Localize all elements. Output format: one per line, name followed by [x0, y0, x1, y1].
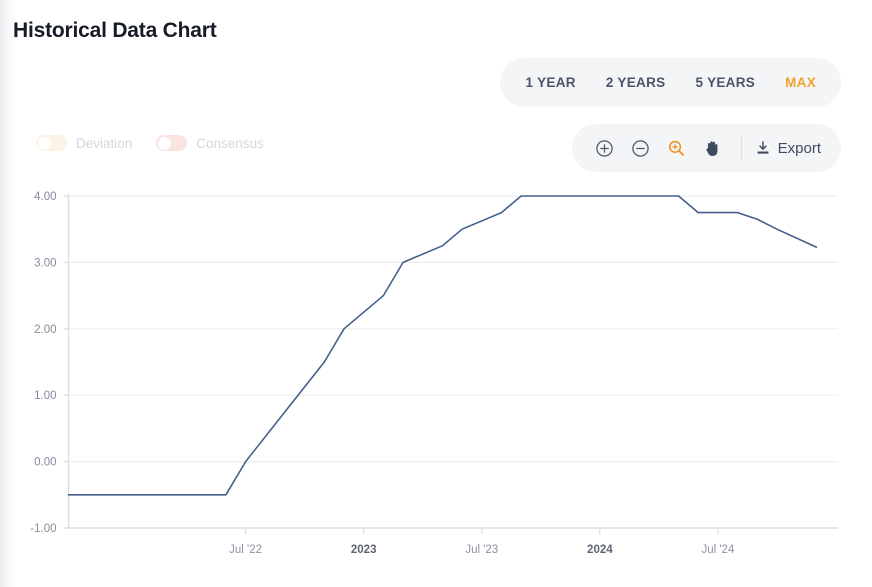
pan-button[interactable]	[696, 131, 730, 165]
x-axis-labels: Jul '22 2023 Jul '23 2024 Jul '24	[229, 544, 735, 556]
zoom-out-circle-icon	[631, 139, 650, 158]
toggle-deviation[interactable]: Deviation	[36, 135, 132, 151]
toggle-deviation-label: Deviation	[76, 136, 132, 151]
series-toggle-group: Deviation Consensus	[36, 135, 264, 151]
toolbar-divider	[741, 135, 742, 161]
toggle-switch-icon[interactable]	[156, 135, 187, 151]
chart-toolbar: Export	[572, 124, 841, 172]
box-zoom-button[interactable]	[660, 131, 694, 165]
range-option-1-year[interactable]: 1 YEAR	[510, 67, 590, 98]
export-label: Export	[778, 140, 821, 157]
hand-icon	[703, 139, 722, 158]
x-axis-tick-label: 2023	[351, 544, 377, 556]
x-axis-tick-label: Jul '22	[229, 544, 262, 556]
range-option-2-years[interactable]: 2 YEARS	[591, 67, 681, 98]
toggle-knob	[158, 137, 171, 150]
line-chart[interactable]: 4.003.002.001.000.00-1.00 Jul '222023Jul…	[0, 180, 872, 587]
time-range-selector[interactable]: 1 YEAR 2 YEARS 5 YEARS MAX	[500, 58, 841, 107]
x-axis-tick-label: 2024	[587, 544, 613, 556]
x-axis-tick-label: Jul '24	[701, 544, 734, 556]
axis-lines	[69, 194, 839, 528]
y-axis-tick-label: 3.00	[34, 257, 56, 269]
chart-container[interactable]: 4.003.002.001.000.00-1.00 Jul '222023Jul…	[0, 180, 872, 587]
export-button[interactable]: Export	[753, 135, 825, 162]
y-axis-tick-label: 0.00	[34, 457, 56, 469]
y-axis-tick-label: -1.00	[30, 523, 56, 535]
x-axis-tick-marks	[246, 528, 718, 534]
range-option-5-years[interactable]: 5 YEARS	[680, 67, 770, 98]
zoom-in-button[interactable]	[588, 131, 622, 165]
y-axis-tick-label: 4.00	[34, 191, 56, 203]
zoom-out-button[interactable]	[624, 131, 658, 165]
toggle-knob	[38, 137, 51, 150]
page-title: Historical Data Chart	[13, 19, 217, 43]
magnifier-plus-icon	[667, 139, 686, 158]
data-series-line	[69, 196, 817, 495]
range-option-max[interactable]: MAX	[770, 67, 831, 98]
y-axis-labels: 4.00 3.00 2.00 1.00 0.00 -1.00	[30, 191, 56, 535]
toggle-consensus-label: Consensus	[196, 136, 264, 151]
grid-lines	[69, 196, 839, 528]
zoom-in-circle-icon	[595, 139, 614, 158]
x-axis-tick-label: Jul '23	[465, 544, 498, 556]
y-axis-tick-label: 1.00	[34, 390, 56, 402]
y-axis-tick-label: 2.00	[34, 324, 56, 336]
toggle-switch-icon[interactable]	[36, 135, 67, 151]
y-axis-tick-marks	[64, 196, 69, 528]
toggle-consensus[interactable]: Consensus	[156, 135, 264, 151]
download-icon	[755, 140, 771, 156]
